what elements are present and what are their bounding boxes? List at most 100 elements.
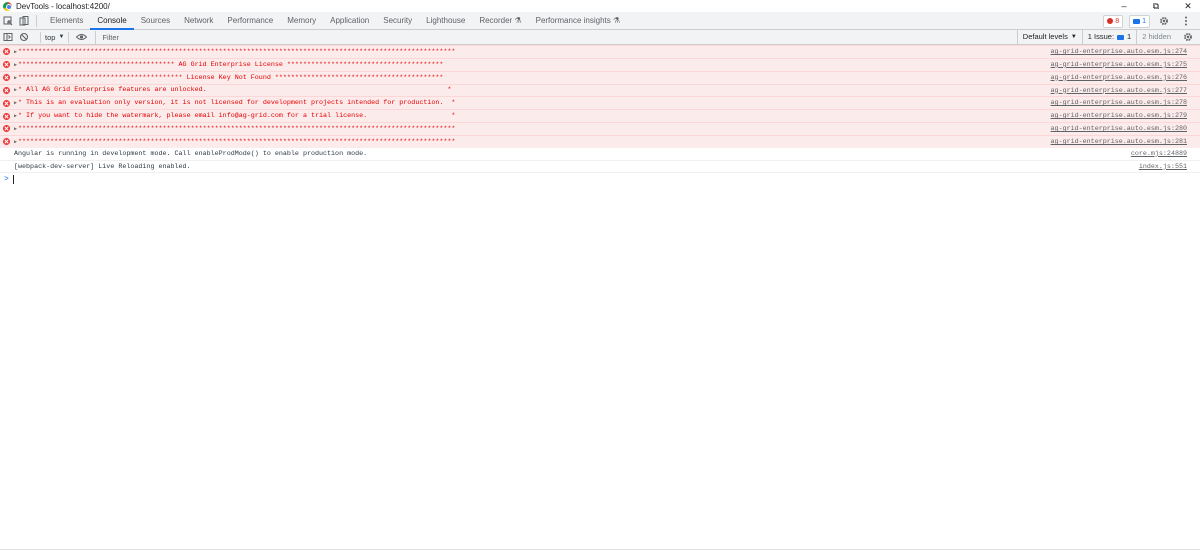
tab-network[interactable]: Network <box>177 12 220 30</box>
error-x-icon <box>3 138 10 146</box>
devtools-tabbar: Elements Console Sources Network Perform… <box>0 11 1200 30</box>
error-x-icon <box>3 125 10 133</box>
issues-label: 1 Issue: <box>1087 32 1115 41</box>
clear-console-icon[interactable] <box>16 29 32 45</box>
issue-message-icon <box>1117 34 1125 40</box>
context-value: top <box>45 32 56 42</box>
show-sidebar-icon[interactable] <box>0 29 16 45</box>
console-error-row[interactable]: ▶ * All AG Grid Enterprise features are … <box>0 83 1200 97</box>
console-message: *************************************** … <box>18 60 444 69</box>
toolbar-divider <box>36 14 37 27</box>
chevron-down-icon: ▼ <box>58 34 65 40</box>
settings-gear-icon[interactable] <box>1156 13 1172 29</box>
log-levels-dropdown[interactable]: Default levels ▼ <box>1016 30 1082 44</box>
source-link[interactable]: ag-grid-enterprise.auto.esm.js:280 <box>1051 123 1187 135</box>
source-link[interactable]: index.js:551 <box>1139 161 1187 173</box>
tab-performance-insights[interactable]: Performance insights ⚗ <box>529 12 628 30</box>
console-message: * This is an evaluation only version, it… <box>18 99 456 108</box>
error-x-icon <box>3 48 10 56</box>
issues-button[interactable]: 1 Issue: 1 <box>1081 30 1136 44</box>
error-x-icon <box>3 99 10 107</box>
tabbar-right: 8 1 <box>1103 12 1200 30</box>
expand-triangle-icon[interactable]: ▶ <box>14 100 17 106</box>
tab-lighthouse[interactable]: Lighthouse <box>419 12 472 30</box>
console-toolbar: top ▼ Default levels ▼ 1 Issue: 1 2 hidd… <box>0 30 1200 45</box>
console-message: * If you want to hide the watermark, ple… <box>18 112 456 121</box>
drawer-divider <box>0 549 1200 550</box>
message-count: 1 <box>1142 17 1146 25</box>
source-link[interactable]: ag-grid-enterprise.auto.esm.js:279 <box>1051 110 1187 122</box>
error-icon <box>1107 18 1114 24</box>
console-message: ****************************************… <box>18 137 456 146</box>
more-options-icon[interactable] <box>1178 13 1194 29</box>
console-message: * All AG Grid Enterprise features are un… <box>18 86 452 95</box>
tab-security[interactable]: Security <box>376 12 419 30</box>
tab-performance[interactable]: Performance <box>220 12 280 30</box>
source-link[interactable]: ag-grid-enterprise.auto.esm.js:278 <box>1051 97 1187 109</box>
tab-application[interactable]: Application <box>323 12 376 30</box>
source-link[interactable]: core.mjs:24889 <box>1131 148 1187 160</box>
console-message: [webpack-dev-server] Live Reloading enab… <box>14 162 191 171</box>
window-titlebar: DevTools - localhost:4200/ – ⧉ ✕ <box>0 0 1200 12</box>
console-message: ****************************************… <box>18 47 456 56</box>
context-selector[interactable]: top ▼ <box>40 31 70 43</box>
chevron-down-icon: ▼ <box>1070 34 1077 40</box>
minimize-button[interactable]: – <box>1118 0 1130 12</box>
console-message: ****************************************… <box>18 73 444 82</box>
console-error-row[interactable]: ▶ **************************************… <box>0 122 1200 135</box>
tab-sources[interactable]: Sources <box>134 12 177 30</box>
window-title: DevTools - localhost:4200/ <box>16 1 110 11</box>
live-expression-eye-icon[interactable] <box>73 29 89 45</box>
issues-count: 1 <box>1127 32 1132 41</box>
error-x-icon <box>3 112 10 120</box>
console-error-row[interactable]: ▶ **************************************… <box>0 70 1200 84</box>
device-toolbar-icon[interactable] <box>16 13 32 29</box>
console-prompt[interactable]: > <box>0 173 1200 186</box>
inspect-element-icon[interactable] <box>0 13 16 29</box>
expand-triangle-icon[interactable]: ▶ <box>14 139 17 145</box>
tab-elements[interactable]: Elements <box>43 12 90 30</box>
message-icon <box>1133 18 1141 24</box>
expand-triangle-icon[interactable]: ▶ <box>14 62 17 68</box>
error-count-badge[interactable]: 8 <box>1103 14 1124 28</box>
tab-memory[interactable]: Memory <box>280 12 323 30</box>
console-error-row[interactable]: ▶ * This is an evaluation only version, … <box>0 96 1200 110</box>
restore-button[interactable]: ⧉ <box>1150 0 1162 12</box>
expand-triangle-icon[interactable]: ▶ <box>14 113 17 119</box>
console-message: Angular is running in development mode. … <box>14 149 368 158</box>
console-message: ****************************************… <box>18 124 456 133</box>
text-cursor <box>12 175 14 185</box>
expand-triangle-icon[interactable]: ▶ <box>14 49 17 55</box>
chrome-logo-icon <box>3 1 12 11</box>
prompt-chevron-icon: > <box>4 175 9 185</box>
tab-console[interactable]: Console <box>90 11 134 30</box>
console-error-row[interactable]: ▶ **************************************… <box>0 45 1200 58</box>
error-x-icon <box>3 86 10 94</box>
toolbar-right: Default levels ▼ 1 Issue: 1 2 hidden <box>1016 29 1200 45</box>
source-link[interactable]: ag-grid-enterprise.auto.esm.js:277 <box>1051 85 1187 97</box>
console-info-row: Angular is running in development mode. … <box>0 148 1200 161</box>
close-button[interactable]: ✕ <box>1182 0 1194 12</box>
window-controls: – ⧉ ✕ <box>1118 0 1194 12</box>
tab-recorder[interactable]: Recorder ⚗ <box>472 12 528 30</box>
expand-triangle-icon[interactable]: ▶ <box>14 75 17 81</box>
console-error-row[interactable]: ▶ * If you want to hide the watermark, p… <box>0 109 1200 123</box>
source-link[interactable]: ag-grid-enterprise.auto.esm.js:274 <box>1051 46 1187 58</box>
error-x-icon <box>3 61 10 69</box>
log-levels-label: Default levels <box>1022 32 1068 41</box>
message-count-badge[interactable]: 1 <box>1129 14 1150 28</box>
error-x-icon <box>3 74 10 82</box>
source-link[interactable]: ag-grid-enterprise.auto.esm.js:276 <box>1051 72 1187 84</box>
expand-triangle-icon[interactable]: ▶ <box>14 126 17 132</box>
filter-input[interactable] <box>95 30 1005 44</box>
source-link[interactable]: ag-grid-enterprise.auto.esm.js:275 <box>1051 59 1187 71</box>
console-output: ▶ **************************************… <box>0 45 1200 186</box>
source-link[interactable]: ag-grid-enterprise.auto.esm.js:281 <box>1051 136 1187 148</box>
error-count: 8 <box>1115 17 1120 25</box>
console-info-row: [webpack-dev-server] Live Reloading enab… <box>0 161 1200 174</box>
expand-triangle-icon[interactable]: ▶ <box>14 87 17 93</box>
console-error-row[interactable]: ▶ **************************************… <box>0 134 1200 148</box>
hidden-messages-count: 2 hidden <box>1136 30 1176 44</box>
console-settings-gear-icon[interactable] <box>1176 29 1200 45</box>
console-error-row[interactable]: ▶ **************************************… <box>0 57 1200 71</box>
